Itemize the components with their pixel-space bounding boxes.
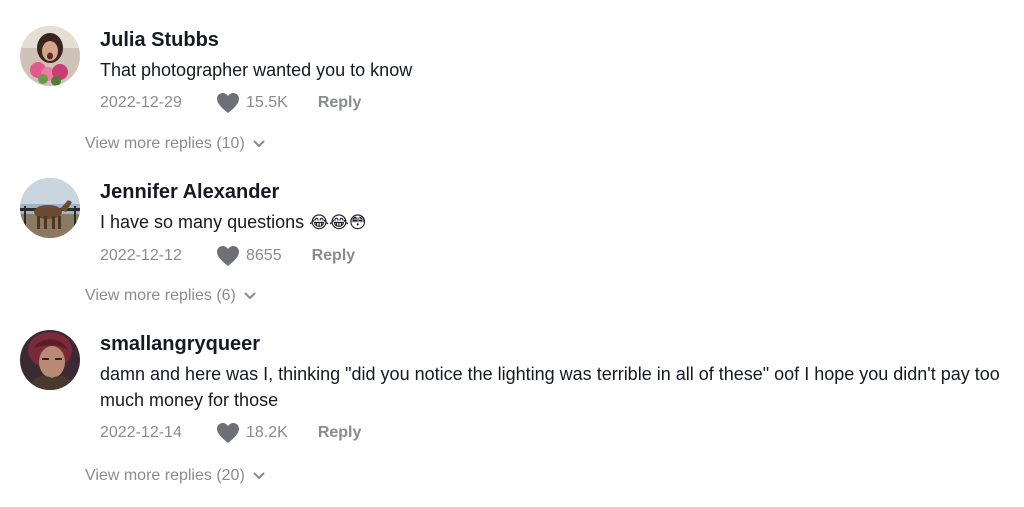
comment-body: Jennifer Alexander I have so many questi…: [100, 178, 1000, 267]
comment-username[interactable]: Julia Stubbs: [100, 28, 1000, 52]
reply-button[interactable]: Reply: [312, 247, 356, 265]
reply-button[interactable]: Reply: [318, 94, 362, 112]
comment-meta: 2022-12-14 18.2K Reply: [100, 422, 1000, 444]
view-more-replies-button[interactable]: View more replies (20): [85, 467, 265, 485]
comment-body: Julia Stubbs That photographer wanted yo…: [100, 26, 1000, 114]
chevron-down-icon: [253, 140, 265, 147]
comment-username[interactable]: Jennifer Alexander: [100, 180, 1000, 204]
chevron-down-icon: [244, 292, 256, 299]
comment-text: damn and here was I, thinking "did you n…: [100, 361, 1000, 413]
view-more-replies-label: View more replies (10): [85, 135, 245, 152]
comment-meta: 2022-12-12 8655 Reply: [100, 245, 1000, 267]
view-more-replies-button[interactable]: View more replies (6): [85, 287, 256, 305]
heart-icon: [217, 246, 239, 266]
heart-icon: [217, 423, 239, 443]
chevron-down-icon: [253, 472, 265, 479]
comment-body: smallangryqueer damn and here was I, thi…: [100, 330, 1000, 444]
comment-text: I have so many questions 😂😂😳: [100, 209, 1000, 236]
comment-text-content: damn and here was I, thinking "did you n…: [100, 364, 1000, 410]
view-more-replies-label: View more replies (20): [85, 467, 245, 484]
heart-icon: [217, 93, 239, 113]
avatar[interactable]: [20, 178, 80, 238]
comment-emoji: 😂😂😳: [309, 213, 367, 232]
like-count: 15.5K: [246, 94, 288, 111]
like-count: 8655: [246, 247, 282, 264]
comment-date: 2022-12-12: [100, 247, 182, 264]
comment-meta: 2022-12-29 15.5K Reply: [100, 92, 1000, 114]
comment-list: Julia Stubbs That photographer wanted yo…: [0, 0, 1024, 507]
like-button[interactable]: 15.5K: [216, 92, 288, 114]
like-button[interactable]: 8655: [216, 245, 282, 267]
like-button[interactable]: 18.2K: [216, 422, 288, 444]
avatar[interactable]: [20, 330, 80, 390]
avatar[interactable]: [20, 26, 80, 86]
comment-username[interactable]: smallangryqueer: [100, 332, 1000, 356]
like-count: 18.2K: [246, 424, 288, 441]
comment-text-content: That photographer wanted you to know: [100, 60, 413, 80]
view-more-replies-label: View more replies (6): [85, 287, 236, 304]
comment-text: That photographer wanted you to know: [100, 57, 1000, 83]
comment-text-content: I have so many questions: [100, 212, 305, 232]
comment-date: 2022-12-29: [100, 94, 182, 111]
reply-button[interactable]: Reply: [318, 424, 362, 442]
view-more-replies-button[interactable]: View more replies (10): [85, 135, 265, 153]
comment-date: 2022-12-14: [100, 424, 182, 441]
